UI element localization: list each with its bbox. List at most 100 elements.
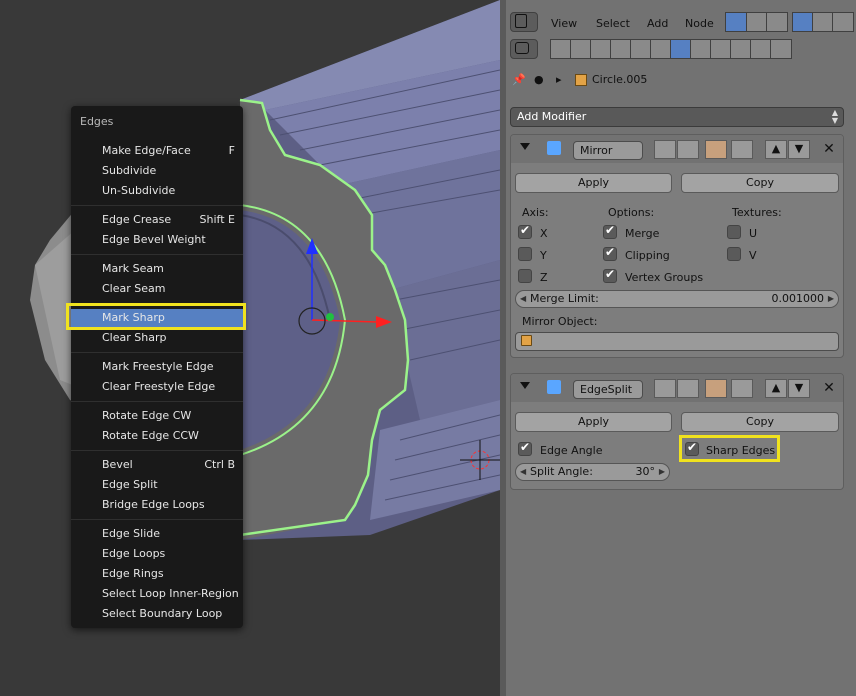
menu-item-make-edge-face[interactable]: Make Edge/Face F — [71, 142, 243, 160]
world-icon[interactable] — [812, 12, 834, 32]
brush-icon[interactable] — [832, 12, 854, 32]
menu-item-mark-seam[interactable]: Mark Seam — [71, 260, 243, 278]
menu-item-bevel[interactable]: Bevel Ctrl B — [71, 456, 243, 474]
object-data-icon[interactable] — [792, 12, 814, 32]
menu-item-un-subdivide[interactable]: Un-Subdivide — [71, 182, 243, 200]
object-icon[interactable] — [630, 39, 652, 59]
material-icon[interactable] — [710, 39, 732, 59]
physics-icon[interactable] — [770, 39, 792, 59]
menu-item-label: Mark Freestyle Edge — [102, 360, 214, 373]
render-layer-icon[interactable] — [725, 12, 747, 32]
edgesplit-name-field[interactable]: EdgeSplit — [573, 380, 643, 399]
move-down-icon[interactable]: ▼ — [788, 379, 810, 398]
editmode-toggle-icon[interactable] — [705, 140, 727, 159]
menu-item-select-loop-inner-region[interactable]: Select Loop Inner-Region — [71, 585, 243, 603]
texture-tab-icon[interactable] — [730, 39, 752, 59]
axis-x-label: X — [540, 227, 548, 240]
move-up-icon[interactable]: ▲ — [765, 379, 787, 398]
menu-add[interactable]: Add — [647, 17, 668, 30]
texture-v-checkbox[interactable] — [727, 247, 741, 261]
menu-item-rotate-edge-ccw[interactable]: Rotate Edge CCW — [71, 427, 243, 445]
menu-item-subdivide[interactable]: Subdivide — [71, 162, 243, 180]
split-angle-field[interactable]: ◀ Split Angle: 30° ▶ — [515, 463, 670, 481]
edge-angle-checkbox[interactable] — [518, 440, 532, 456]
texture-icon[interactable] — [746, 12, 768, 32]
move-up-icon[interactable]: ▲ — [765, 140, 787, 159]
menu-item-label: Rotate Edge CW — [102, 409, 192, 422]
axis-y-label: Y — [540, 249, 547, 262]
properties-editor-button[interactable] — [510, 39, 538, 59]
on-cage-vertices-icon[interactable] — [731, 140, 753, 159]
pin-icon[interactable]: 📌 — [512, 73, 526, 86]
collapse-triangle-icon[interactable] — [520, 143, 530, 150]
particles-icon[interactable] — [750, 39, 772, 59]
move-down-icon[interactable]: ▼ — [788, 140, 810, 159]
menu-item-clear-freestyle-edge[interactable]: Clear Freestyle Edge — [71, 378, 243, 396]
menu-item-rotate-edge-cw[interactable]: Rotate Edge CW — [71, 407, 243, 425]
edgesplit-copy-button[interactable]: Copy — [681, 412, 839, 432]
menu-item-label: Un-Subdivide — [102, 184, 176, 197]
menu-item-clear-sharp[interactable]: Clear Sharp — [71, 329, 243, 347]
vertex-groups-checkbox[interactable] — [603, 267, 617, 283]
increment-arrow-icon[interactable]: ▶ — [659, 464, 665, 480]
menu-item-clear-seam[interactable]: Clear Seam — [71, 280, 243, 298]
editor-type-button[interactable] — [510, 12, 538, 32]
sharp-edges-checkbox[interactable] — [685, 440, 699, 456]
menu-item-edge-rings[interactable]: Edge Rings — [71, 565, 243, 583]
constraints-icon[interactable] — [650, 39, 672, 59]
viewport-visibility-eye-icon[interactable] — [677, 140, 699, 159]
menu-node[interactable]: Node — [685, 17, 714, 30]
menu-item-edge-crease[interactable]: Edge Crease Shift E — [71, 211, 243, 229]
mirror-name-field[interactable]: Mirror — [573, 141, 643, 160]
texture-u-checkbox[interactable] — [727, 225, 741, 239]
menu-select[interactable]: Select — [596, 17, 630, 30]
menu-item-select-boundary-loop[interactable]: Select Boundary Loop — [71, 605, 243, 623]
edgesplit-apply-button[interactable]: Apply — [515, 412, 672, 432]
menu-view[interactable]: View — [551, 17, 577, 30]
remove-modifier-close-icon[interactable]: ✕ — [821, 379, 837, 397]
merge-limit-field[interactable]: ◀ Merge Limit: 0.001000 ▶ — [515, 290, 839, 308]
menu-item-edge-loops[interactable]: Edge Loops — [71, 545, 243, 563]
merge-checkbox[interactable] — [603, 223, 617, 239]
menu-item-label: Mark Seam — [102, 262, 164, 275]
increment-arrow-icon[interactable]: ▶ — [828, 291, 834, 307]
menu-item-edge-split[interactable]: Edge Split — [71, 476, 243, 494]
mirror-copy-button[interactable]: Copy — [681, 173, 839, 193]
collapse-triangle-icon[interactable] — [520, 382, 530, 389]
3d-viewport[interactable]: Edges Make Edge/Face F Subdivide Un-Subdi… — [0, 0, 500, 696]
menu-item-label: Make Edge/Face — [102, 144, 191, 157]
menu-item-edge-slide[interactable]: Edge Slide — [71, 525, 243, 543]
decrement-arrow-icon[interactable]: ◀ — [520, 291, 526, 307]
axis-x-checkbox[interactable] — [518, 223, 532, 239]
viewport-visibility-eye-icon[interactable] — [677, 379, 699, 398]
blender-window: Edges Make Edge/Face F Subdivide Un-Subdi… — [0, 0, 856, 696]
render-toggle-icon[interactable] — [654, 140, 676, 159]
image-icon[interactable] — [766, 12, 788, 32]
render-layers-icon[interactable] — [570, 39, 592, 59]
axis-y-checkbox[interactable] — [518, 247, 532, 261]
mesh-data-icon[interactable] — [690, 39, 712, 59]
decrement-arrow-icon[interactable]: ◀ — [520, 464, 526, 480]
editmode-toggle-icon[interactable] — [705, 379, 727, 398]
clipping-checkbox[interactable] — [603, 245, 617, 261]
mirror-object-label: Mirror Object: — [522, 315, 598, 328]
remove-modifier-close-icon[interactable]: ✕ — [821, 140, 837, 158]
world-tab-icon[interactable] — [610, 39, 632, 59]
mirror-apply-button[interactable]: Apply — [515, 173, 672, 193]
modifiers-wrench-icon[interactable] — [670, 39, 692, 59]
on-cage-vertices-icon[interactable] — [731, 379, 753, 398]
breadcrumb-arrow-icon: ▸ — [556, 73, 562, 86]
area-divider[interactable] — [500, 0, 506, 696]
menu-item-bridge-edge-loops[interactable]: Bridge Edge Loops — [71, 496, 243, 514]
render-toggle-icon[interactable] — [654, 379, 676, 398]
menu-item-label: Subdivide — [102, 164, 157, 177]
render-icon[interactable] — [550, 39, 572, 59]
menu-item-edge-bevel-weight[interactable]: Edge Bevel Weight — [71, 231, 243, 249]
menu-item-mark-freestyle-edge[interactable]: Mark Freestyle Edge — [71, 358, 243, 376]
add-modifier-dropdown[interactable]: Add Modifier ▲ ▼ — [510, 107, 844, 127]
axis-z-checkbox[interactable] — [518, 269, 532, 283]
textures-header: Textures: — [732, 206, 782, 219]
scene-icon[interactable] — [590, 39, 612, 59]
menu-item-label: Select Boundary Loop — [102, 607, 223, 620]
mirror-object-field[interactable] — [515, 332, 839, 351]
